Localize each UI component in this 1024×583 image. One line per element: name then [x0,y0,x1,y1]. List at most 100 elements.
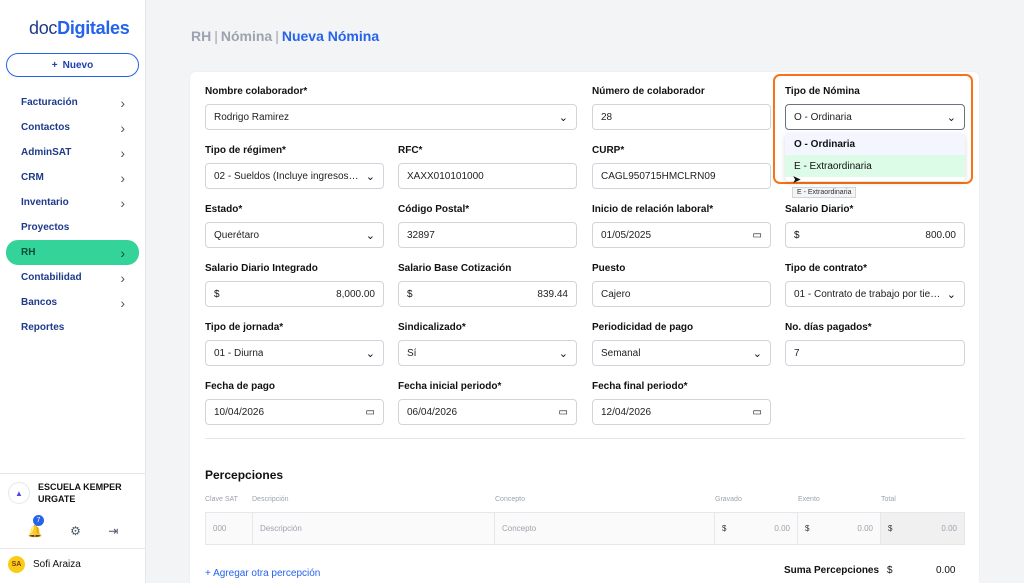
label-numero-colaborador: Número de colaborador [592,86,705,97]
label-tipo-regimen: Tipo de régimen* [205,145,286,156]
org-logo-icon: ▲ [8,482,30,504]
label-inicio-relacion: Inicio de relación laboral* [592,204,714,215]
column-header: Clave SAT [205,496,238,503]
label-puesto: Puesto [592,263,626,274]
new-button[interactable]: + Nuevo [6,53,139,77]
logout-icon[interactable]: ⇥ [108,524,118,538]
sidebar-item-label: Facturación [21,97,78,108]
notification-badge: 7 [33,515,44,526]
option-ordinaria[interactable]: O - Ordinaria [785,133,965,155]
suma-percepciones-currency: $ [887,565,893,576]
label-codigo-postal: Código Postal* [398,204,470,215]
chevron-down-icon: ⌄ [558,111,568,124]
clave-sat-input[interactable]: 000 [206,513,253,544]
column-header: Concepto [495,496,525,503]
sidebar-item-rh[interactable]: RH › [6,240,139,265]
avatar: SA [8,556,25,573]
label-periodicidad: Periodicidad de pago [592,322,694,333]
sidebar-item-label: Inventario [21,197,69,208]
label-fecha-inicial: Fecha inicial periodo* [398,381,502,392]
sidebar-item-proyectos[interactable]: Proyectos [6,215,139,240]
sidebar-item-label: Reportes [21,322,65,333]
puesto-input[interactable]: Cajero [592,281,771,307]
option-extraordinaria[interactable]: E - Extraordinaria [785,155,965,177]
descripcion-input[interactable]: Descripción [253,513,495,544]
label-tipo-contrato: Tipo de contrato* [785,263,868,274]
label-dias-pagados: No. días pagados* [785,322,872,333]
suma-percepciones-value: 0.00 [936,565,956,576]
dias-pagados-input[interactable]: 7 [785,340,965,366]
nombre-colaborador-select[interactable]: Rodrigo Ramirez ⌄ [205,104,577,130]
label-estado: Estado* [205,204,243,215]
bell-icon[interactable]: 🔔 [28,524,43,538]
fecha-pago-date[interactable]: 10/04/2026 ▭ [205,399,384,425]
salario-diario-integrado-input[interactable]: $8,000.00 [205,281,384,307]
sidebar-item-facturacion[interactable]: Facturación › [6,90,139,115]
breadcrumb-rh[interactable]: RH [191,28,211,44]
fecha-inicial-date[interactable]: 06/04/2026 ▭ [398,399,577,425]
add-percepcion-link[interactable]: + Agregar otra percepción [205,568,320,579]
column-header: Descripción [252,496,289,503]
rfc-input[interactable]: XAXX010101000 [398,163,577,189]
sidebar-item-label: Bancos [21,297,58,308]
codigo-postal-input[interactable]: 32897 [398,222,577,248]
estado-select[interactable]: Querétaro ⌄ [205,222,384,248]
sidebar-item-label: AdminSAT [21,147,72,158]
curp-input[interactable]: CAGL950715HMCLRN09 [592,163,771,189]
sidebar-nav: Facturación › Contactos › AdminSAT › CRM › I… [6,90,139,340]
periodicidad-select[interactable]: Semanal ⌄ [592,340,771,366]
calendar-icon[interactable]: ▭ [753,230,762,241]
tipo-jornada-select[interactable]: 01 - Diurna ⌄ [205,340,384,366]
inicio-relacion-date[interactable]: 01/05/2025 ▭ [592,222,771,248]
chevron-right-icon: › [120,194,125,211]
gear-icon[interactable]: ⚙ [70,524,81,538]
sidebar-item-contactos[interactable]: Contactos › [6,115,139,140]
salario-base-cotizacion-input[interactable]: $839.44 [398,281,577,307]
label-salario-diario-integrado: Salario Diario Integrado [205,263,318,274]
user-profile[interactable]: SA Sofi Araiza [8,556,81,573]
tipo-regimen-select[interactable]: 02 - Sueldos (Incluye ingresos se... ⌄ [205,163,384,189]
tipo-contrato-select[interactable]: 01 - Contrato de trabajo por tiem... ⌄ [785,281,965,307]
sidebar-item-label: Proyectos [21,222,70,233]
tooltip: E - Extraordinaria [792,187,857,198]
chevron-right-icon: › [120,244,125,261]
salario-diario-input[interactable]: $800.00 [785,222,965,248]
gravado-input[interactable]: $0.00 [715,513,798,544]
calendar-icon[interactable]: ▭ [366,407,375,418]
chevron-down-icon: ⌄ [365,170,375,183]
sidebar-item-crm[interactable]: CRM › [6,165,139,190]
chevron-down-icon: ⌄ [365,347,375,360]
chevron-right-icon: › [120,144,125,161]
sidebar-item-label: CRM [21,172,44,183]
sidebar-item-adminsat[interactable]: AdminSAT › [6,140,139,165]
chevron-right-icon: › [120,269,125,286]
divider [0,548,146,549]
chevron-right-icon: › [120,169,125,186]
column-header: Total [881,496,896,503]
org-switcher[interactable]: ▲ ESCUELA KEMPER URGATE [8,481,138,505]
fecha-final-date[interactable]: 12/04/2026 ▭ [592,399,771,425]
sidebar-item-inventario[interactable]: Inventario › [6,190,139,215]
chevron-right-icon: › [120,94,125,111]
sidebar-item-reportes[interactable]: Reportes [6,315,139,340]
chevron-down-icon: ⌄ [365,229,375,242]
sidebar-item-contabilidad[interactable]: Contabilidad › [6,265,139,290]
breadcrumb-nomina[interactable]: Nómina [221,28,272,44]
sidebar: docDigitales + Nuevo Facturación › Contac… [0,0,146,583]
tipo-nomina-dropdown: O - Ordinaria E - Extraordinaria [785,133,965,181]
suma-percepciones-label: Suma Percepciones [784,565,880,576]
app-logo[interactable]: docDigitales [29,18,130,39]
calendar-icon[interactable]: ▭ [559,407,568,418]
chevron-right-icon: › [120,294,125,311]
total-value: $0.00 [881,513,964,544]
calendar-icon[interactable]: ▭ [753,407,762,418]
numero-colaborador-input[interactable]: 28 [592,104,771,130]
sidebar-item-label: Contabilidad [21,272,82,283]
sidebar-item-bancos[interactable]: Bancos › [6,290,139,315]
org-name: ESCUELA KEMPER URGATE [38,482,122,504]
sindicalizado-select[interactable]: Sí ⌄ [398,340,577,366]
sidebar-item-label: RH [21,247,36,258]
concepto-select[interactable]: Concepto [495,513,715,544]
user-name: Sofi Araiza [33,559,81,570]
exento-input[interactable]: $0.00 [798,513,881,544]
